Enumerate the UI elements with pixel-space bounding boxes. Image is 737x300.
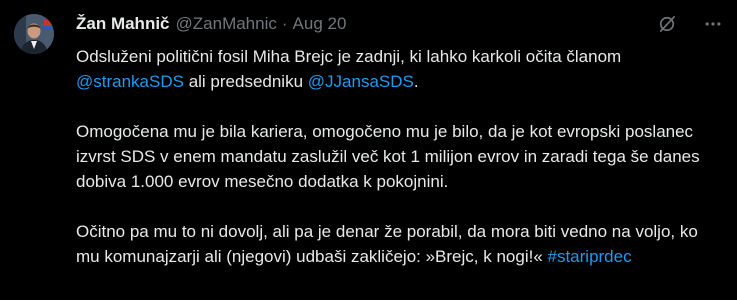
more-icon[interactable] bbox=[703, 14, 723, 34]
author-name[interactable]: Žan Mahnič bbox=[76, 14, 170, 34]
header-separator: · bbox=[281, 14, 288, 33]
header-actions bbox=[657, 12, 723, 36]
mention-strankasds[interactable]: @strankaSDS bbox=[76, 72, 184, 91]
hashtag-stariprdec[interactable]: #stariprdec bbox=[548, 247, 632, 266]
tweet-paragraph-2: Omogočena mu je bila kariera, omogočeno … bbox=[76, 122, 700, 191]
tweet-header: Žan Mahnič @ZanMahnic · Aug 20 bbox=[76, 12, 667, 36]
tweet: Žan Mahnič @ZanMahnic · Aug 20 Odsluženi… bbox=[0, 0, 737, 300]
paragraph-1-text-2: ali predsedniku bbox=[183, 72, 308, 91]
tweet-date[interactable]: Aug 20 bbox=[293, 14, 347, 34]
mention-jjansasds[interactable]: @JJansaSDS bbox=[308, 72, 414, 91]
tweet-text: Odsluženi politični fosil Miha Brejc je … bbox=[76, 44, 726, 269]
paragraph-1-text-3: . bbox=[413, 72, 419, 91]
tweet-paragraph-3: Očitno pa mu to ni dovolj, ali pa je den… bbox=[76, 219, 726, 269]
grok-icon[interactable] bbox=[657, 14, 677, 34]
avatar[interactable] bbox=[14, 14, 54, 54]
tweet-paragraph-1: Odsluženi politični fosil Miha Brejc je … bbox=[76, 44, 726, 94]
paragraph-1-text-1: Odsluženi politični fosil Miha Brejc je … bbox=[76, 47, 622, 66]
author-handle[interactable]: @ZanMahnic bbox=[176, 14, 277, 34]
